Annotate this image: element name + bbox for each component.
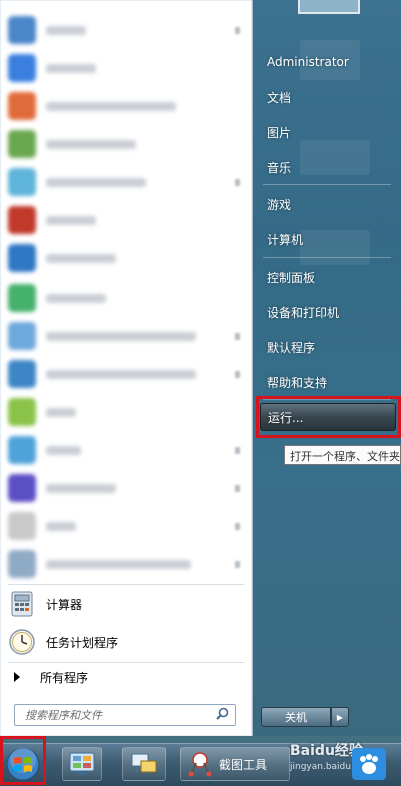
menu-help-support[interactable]: 帮助和支持 (260, 368, 396, 396)
baidu-paw-icon (352, 748, 386, 780)
all-programs-label: 所有程序 (40, 670, 89, 685)
recent-program-item[interactable] (4, 280, 246, 316)
calculator-icon (8, 590, 36, 618)
search-box[interactable] (14, 704, 236, 726)
recent-programs-list (0, 0, 252, 578)
recent-program-item[interactable] (4, 356, 246, 392)
recent-program-item[interactable] (4, 508, 246, 544)
highlight-box-run (256, 396, 401, 438)
separator (263, 184, 391, 185)
recent-program-item[interactable] (4, 202, 246, 238)
taskbar-item-snipping-tool[interactable]: 截图工具 (180, 747, 290, 781)
menu-default-programs[interactable]: 默认程序 (260, 333, 396, 361)
recent-program-item[interactable] (4, 126, 246, 162)
network-icon (131, 753, 157, 773)
separator (8, 584, 244, 585)
separator (8, 662, 244, 663)
recent-program-item[interactable] (4, 470, 246, 506)
recent-program-item[interactable] (4, 88, 246, 124)
triangle-right-icon (14, 672, 20, 682)
taskbar-item-label: 截图工具 (219, 757, 268, 772)
user-picture[interactable] (298, 0, 360, 14)
user-name[interactable]: Administrator (260, 48, 396, 76)
recent-program-item[interactable] (4, 164, 246, 200)
pinned-item-label: 计算器 (46, 597, 83, 612)
recent-program-item[interactable] (4, 394, 246, 430)
task-scheduler-icon (8, 628, 36, 656)
separator (263, 257, 391, 258)
search-input[interactable] (23, 707, 216, 723)
pinned-item-calculator[interactable]: 计算器 (4, 586, 246, 622)
recent-program-item[interactable] (4, 240, 246, 276)
control-panel-icon (69, 752, 95, 775)
all-programs-button[interactable]: 所有程序 (4, 664, 246, 690)
menu-devices-printers[interactable]: 设备和打印机 (260, 298, 396, 326)
tooltip: 打开一个程序、文件夹 (284, 445, 401, 465)
menu-documents[interactable]: 文档 (260, 83, 396, 111)
highlight-box-start (0, 736, 46, 785)
recent-program-item[interactable] (4, 50, 246, 86)
start-menu-left-pane: 计算器 任务计划程序 所有程序 (0, 0, 253, 736)
menu-games[interactable]: 游戏 (260, 190, 396, 218)
menu-computer[interactable]: 计算机 (260, 225, 396, 253)
search-icon[interactable] (216, 707, 229, 723)
recent-program-item[interactable] (4, 546, 246, 582)
pinned-item-label: 任务计划程序 (46, 635, 119, 650)
recent-program-item[interactable] (4, 12, 246, 48)
taskbar-item-network[interactable] (122, 747, 166, 781)
pinned-item-task-scheduler[interactable]: 任务计划程序 (4, 624, 246, 660)
shutdown-options-button[interactable]: ▶ (331, 707, 349, 727)
snipping-tool-icon (188, 752, 212, 777)
taskbar-item-control-panel[interactable] (62, 747, 102, 781)
recent-program-item[interactable] (4, 318, 246, 354)
menu-pictures[interactable]: 图片 (260, 118, 396, 146)
recent-program-item[interactable] (4, 432, 246, 468)
menu-control-panel[interactable]: 控制面板 (260, 263, 396, 291)
menu-music[interactable]: 音乐 (260, 153, 396, 181)
shutdown-button[interactable]: 关机 (261, 707, 331, 727)
